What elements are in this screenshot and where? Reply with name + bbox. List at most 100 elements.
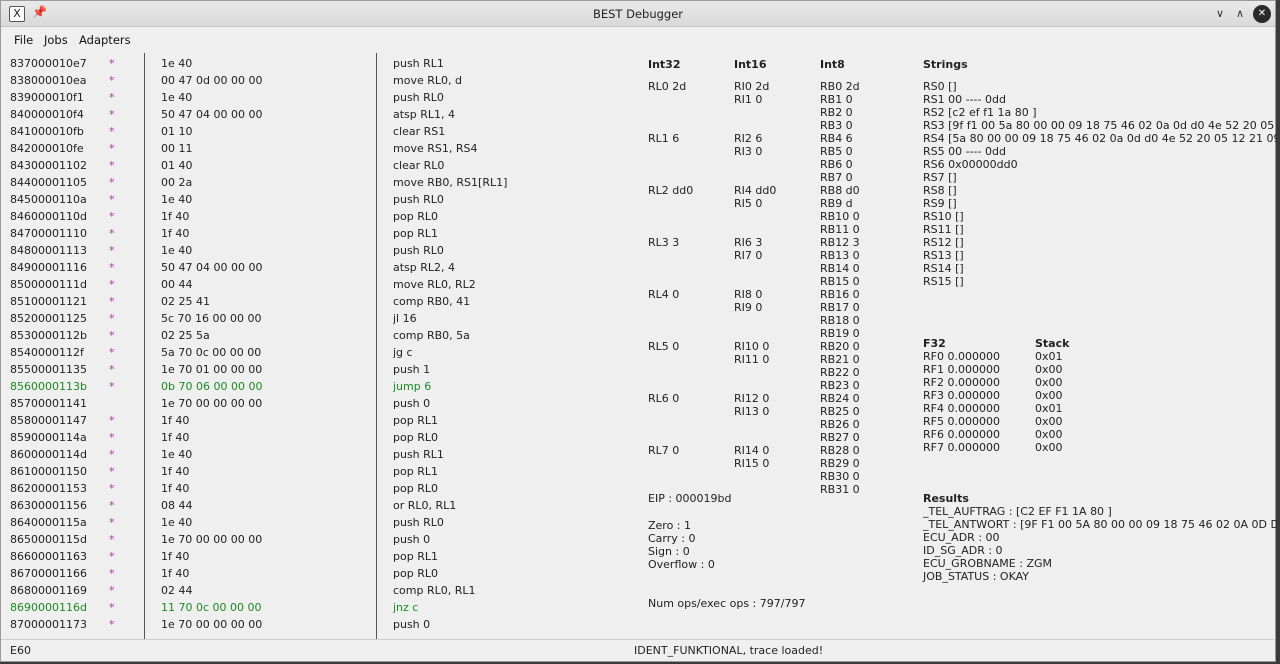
trace-opcode[interactable]: atsp RL1, 4: [393, 106, 455, 123]
trace-address[interactable]: 838000010ea: [10, 72, 87, 89]
trace-opcode[interactable]: push RL0: [393, 242, 444, 259]
breakpoint-marker[interactable]: *: [109, 106, 115, 123]
trace-opcode[interactable]: pop RL1: [393, 463, 438, 480]
trace-bytes[interactable]: 01 40: [161, 157, 193, 174]
trace-opcode[interactable]: comp RB0, 41: [393, 293, 470, 310]
trace-bytes[interactable]: 00 44: [161, 276, 193, 293]
trace-address[interactable]: 8460000110d: [10, 208, 87, 225]
trace-bytes[interactable]: 1f 40: [161, 480, 189, 497]
breakpoint-marker[interactable]: *: [109, 55, 115, 72]
trace-address[interactable]: 85700001141: [10, 395, 87, 412]
trace-address[interactable]: 841000010fb: [10, 123, 84, 140]
trace-bytes[interactable]: 01 10: [161, 123, 193, 140]
trace-address[interactable]: 86300001156: [10, 497, 87, 514]
breakpoint-marker[interactable]: *: [109, 599, 115, 616]
trace-bytes[interactable]: 1f 40: [161, 463, 189, 480]
trace-address[interactable]: 8500000111d: [10, 276, 87, 293]
breakpoint-marker[interactable]: *: [109, 565, 115, 582]
trace-opcode[interactable]: pop RL0: [393, 208, 438, 225]
breakpoint-marker[interactable]: *: [109, 463, 115, 480]
trace-address[interactable]: 8560000113b: [10, 378, 87, 395]
trace-address[interactable]: 86100001150: [10, 463, 87, 480]
trace-opcode[interactable]: clear RS1: [393, 123, 445, 140]
trace-opcode[interactable]: push 0: [393, 616, 430, 633]
breakpoint-marker[interactable]: *: [109, 140, 115, 157]
trace-bytes[interactable]: 00 11: [161, 140, 193, 157]
trace-opcode[interactable]: clear RL0: [393, 157, 444, 174]
breakpoint-marker[interactable]: *: [109, 123, 115, 140]
trace-address[interactable]: 8640000115a: [10, 514, 87, 531]
breakpoint-marker[interactable]: *: [109, 293, 115, 310]
breakpoint-marker[interactable]: *: [109, 531, 115, 548]
breakpoint-marker[interactable]: *: [109, 480, 115, 497]
trace-opcode[interactable]: push RL1: [393, 446, 444, 463]
breakpoint-marker[interactable]: *: [109, 191, 115, 208]
trace-address[interactable]: 85200001125: [10, 310, 87, 327]
menu-jobs[interactable]: Jobs: [44, 33, 68, 47]
breakpoint-marker[interactable]: *: [109, 616, 115, 633]
trace-bytes[interactable]: 1e 40: [161, 242, 192, 259]
trace-opcode[interactable]: move RL0, d: [393, 72, 462, 89]
trace-bytes[interactable]: 1e 70 00 00 00 00: [161, 616, 262, 633]
trace-address[interactable]: 85500001135: [10, 361, 87, 378]
trace-opcode[interactable]: atsp RL2, 4: [393, 259, 455, 276]
trace-bytes[interactable]: 50 47 04 00 00 00: [161, 106, 262, 123]
trace-address[interactable]: 87000001173: [10, 616, 87, 633]
trace-opcode[interactable]: push 1: [393, 361, 430, 378]
trace-opcode[interactable]: jg c: [393, 344, 413, 361]
breakpoint-marker[interactable]: *: [109, 174, 115, 191]
trace-address[interactable]: 86800001169: [10, 582, 87, 599]
minimize-icon[interactable]: ∨: [1211, 5, 1229, 23]
breakpoint-marker[interactable]: *: [109, 208, 115, 225]
trace-opcode[interactable]: push RL0: [393, 89, 444, 106]
trace-opcode[interactable]: or RL0, RL1: [393, 497, 456, 514]
trace-bytes[interactable]: 02 25 5a: [161, 327, 210, 344]
trace-opcode[interactable]: move RL0, RL2: [393, 276, 476, 293]
trace-address[interactable]: 84800001113: [10, 242, 87, 259]
trace-bytes[interactable]: 02 44: [161, 582, 193, 599]
trace-address[interactable]: 84900001116: [10, 259, 87, 276]
trace-opcode[interactable]: comp RL0, RL1: [393, 582, 476, 599]
breakpoint-marker[interactable]: *: [109, 582, 115, 599]
trace-bytes[interactable]: 00 2a: [161, 174, 192, 191]
menu-adapters[interactable]: Adapters: [79, 33, 131, 47]
trace-address[interactable]: 84300001102: [10, 157, 87, 174]
trace-opcode[interactable]: pop RL1: [393, 225, 438, 242]
breakpoint-marker[interactable]: *: [109, 242, 115, 259]
trace-address[interactable]: 8690000116d: [10, 599, 87, 616]
trace-address[interactable]: 8650000115d: [10, 531, 87, 548]
trace-opcode[interactable]: pop RL0: [393, 565, 438, 582]
trace-opcode[interactable]: push RL0: [393, 191, 444, 208]
trace-address[interactable]: 86700001166: [10, 565, 87, 582]
breakpoint-marker[interactable]: *: [109, 276, 115, 293]
breakpoint-marker[interactable]: *: [109, 344, 115, 361]
trace-opcode[interactable]: push RL0: [393, 514, 444, 531]
trace-address[interactable]: 842000010fe: [10, 140, 84, 157]
breakpoint-marker[interactable]: *: [109, 327, 115, 344]
breakpoint-marker[interactable]: *: [109, 497, 115, 514]
breakpoint-marker[interactable]: *: [109, 157, 115, 174]
maximize-icon[interactable]: ∧: [1231, 5, 1249, 23]
breakpoint-marker[interactable]: *: [109, 378, 115, 395]
trace-bytes[interactable]: 1e 70 01 00 00 00: [161, 361, 262, 378]
trace-bytes[interactable]: 5a 70 0c 00 00 00: [161, 344, 261, 361]
trace-opcode[interactable]: jl 16: [393, 310, 417, 327]
trace-address[interactable]: 8450000110a: [10, 191, 87, 208]
trace-bytes[interactable]: 1f 40: [161, 548, 189, 565]
breakpoint-marker[interactable]: *: [109, 89, 115, 106]
trace-bytes[interactable]: 5c 70 16 00 00 00: [161, 310, 262, 327]
trace-bytes[interactable]: 1e 40: [161, 191, 192, 208]
trace-address[interactable]: 86600001163: [10, 548, 87, 565]
trace-address[interactable]: 837000010e7: [10, 55, 87, 72]
breakpoint-marker[interactable]: *: [109, 259, 115, 276]
trace-bytes[interactable]: 1f 40: [161, 565, 189, 582]
trace-bytes[interactable]: 1e 40: [161, 514, 192, 531]
trace-opcode[interactable]: pop RL1: [393, 548, 438, 565]
trace-opcode[interactable]: pop RL0: [393, 429, 438, 446]
trace-address[interactable]: 8600000114d: [10, 446, 87, 463]
trace-bytes[interactable]: 50 47 04 00 00 00: [161, 259, 262, 276]
trace-opcode[interactable]: pop RL1: [393, 412, 438, 429]
trace-opcode[interactable]: comp RB0, 5a: [393, 327, 470, 344]
breakpoint-marker[interactable]: *: [109, 514, 115, 531]
breakpoint-marker[interactable]: *: [109, 310, 115, 327]
